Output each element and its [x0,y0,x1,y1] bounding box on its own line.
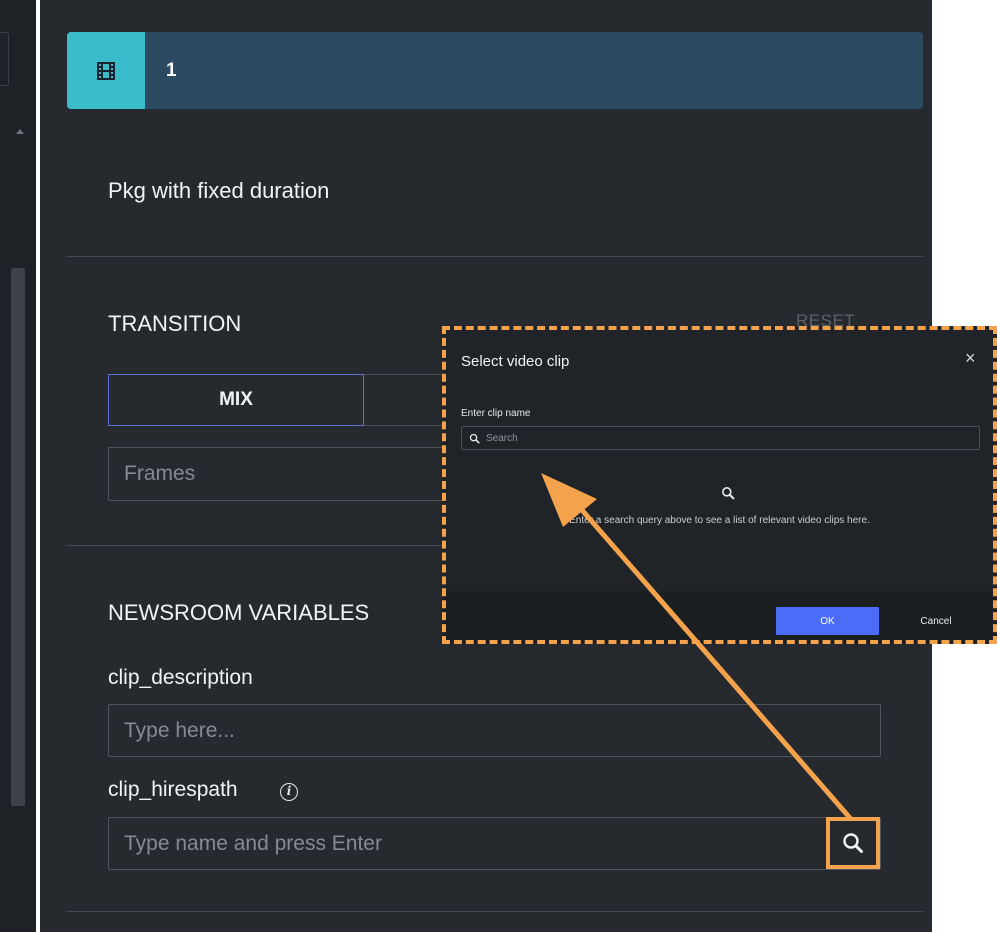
close-icon[interactable]: × [965,348,976,369]
empty-state-icon [721,485,735,504]
clip-name-label: Enter clip name [461,408,531,419]
select-video-clip-dialog: Select video clip × Enter clip name Sear… [442,326,997,644]
dialog-title: Select video clip [461,353,570,370]
clip-description-label: clip_description [108,666,253,689]
side-tab[interactable] [0,32,9,86]
clip-number: 1 [166,60,177,81]
divider [67,911,923,912]
search-icon [843,833,863,853]
divider [67,256,923,257]
left-rail [0,0,36,932]
info-icon[interactable]: i [280,783,298,801]
clip-search-button[interactable] [826,817,880,869]
clip-description-input[interactable]: Type here... [108,704,881,757]
search-placeholder: Search [486,432,518,444]
clip-hirespath-input[interactable]: Type name and press Enter [108,817,881,870]
newsroom-section-title: NEWSROOM VARIABLES [108,600,370,625]
clip-search-input[interactable]: Search [461,426,980,450]
empty-state-text: Enter a search query above to see a list… [569,515,870,526]
frames-input[interactable]: Frames [108,447,488,501]
film-icon [97,61,115,80]
clip-description-placeholder: Type here... [124,718,235,742]
scroll-up-arrow-icon[interactable] [16,129,24,134]
cancel-button[interactable]: Cancel [901,607,971,635]
ok-button[interactable]: OK [776,607,879,635]
search-icon [722,487,735,500]
mix-button[interactable]: MIX [108,374,364,426]
clip-type-icon-box [67,32,145,109]
clip-header[interactable]: 1 [67,32,923,109]
scrollbar-thumb[interactable] [11,268,25,806]
clip-title: Pkg with fixed duration [108,178,330,203]
transition-section-title: TRANSITION [108,311,242,336]
clip-hirespath-placeholder: Type name and press Enter [124,831,382,855]
clip-hirespath-label: clip_hirespath [108,778,238,801]
frames-placeholder: Frames [124,462,196,485]
search-icon [469,433,480,444]
